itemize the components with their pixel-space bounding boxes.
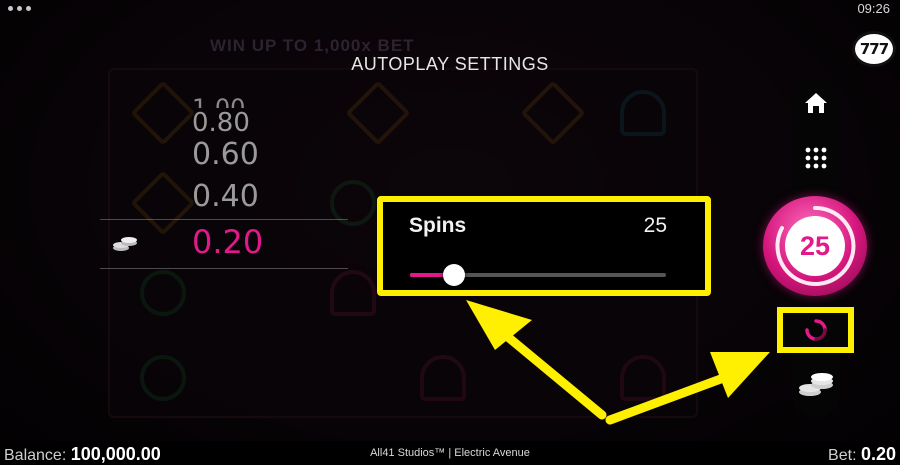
bet-option-selected[interactable]: 0.20 <box>192 226 263 258</box>
coins-icon <box>799 373 833 396</box>
home-icon <box>805 93 827 113</box>
bet-option[interactable]: 0.40 <box>192 182 259 212</box>
spins-label: Spins <box>409 214 467 237</box>
page-title: AUTOPLAY SETTINGS <box>351 54 549 74</box>
bet-label: Bet: <box>828 447 861 464</box>
selection-line-top <box>100 219 348 220</box>
more-options-icon[interactable] <box>8 6 31 11</box>
bet-option[interactable]: 0.80 <box>192 110 250 136</box>
spin-button[interactable]: 25 <box>763 196 867 296</box>
spins-setting-highlight: Spins 25 <box>377 196 711 296</box>
bet-display: Bet: 0.20 <box>828 444 896 465</box>
spins-slider[interactable] <box>410 264 666 286</box>
game-logo[interactable]: 777 <box>852 31 896 67</box>
bet-coins-button[interactable] <box>792 372 840 398</box>
bet-option[interactable]: 0.60 <box>192 140 259 170</box>
autoplay-icon <box>805 319 827 341</box>
bet-value: 0.20 <box>860 444 896 464</box>
promo-banner: WIN UP TO 1,000x BET <box>210 36 415 55</box>
selection-line-bottom <box>100 268 348 269</box>
spin-count: 25 <box>785 216 845 276</box>
autoplay-button[interactable] <box>777 307 854 353</box>
home-button[interactable] <box>792 90 840 116</box>
status-time: 09:26 <box>857 1 890 16</box>
grid-menu-icon <box>805 147 827 169</box>
studio-credit: All41 Studios™ | Electric Avenue <box>370 447 530 459</box>
bet-option[interactable]: 1.00 <box>192 96 245 108</box>
slider-handle[interactable] <box>442 264 465 286</box>
spins-value: 25 <box>643 214 667 237</box>
footer-bar: Balance: 100,000.00 All41 Studios™ | Ele… <box>0 441 900 465</box>
menu-button[interactable] <box>792 146 840 170</box>
coins-icon <box>113 237 137 251</box>
